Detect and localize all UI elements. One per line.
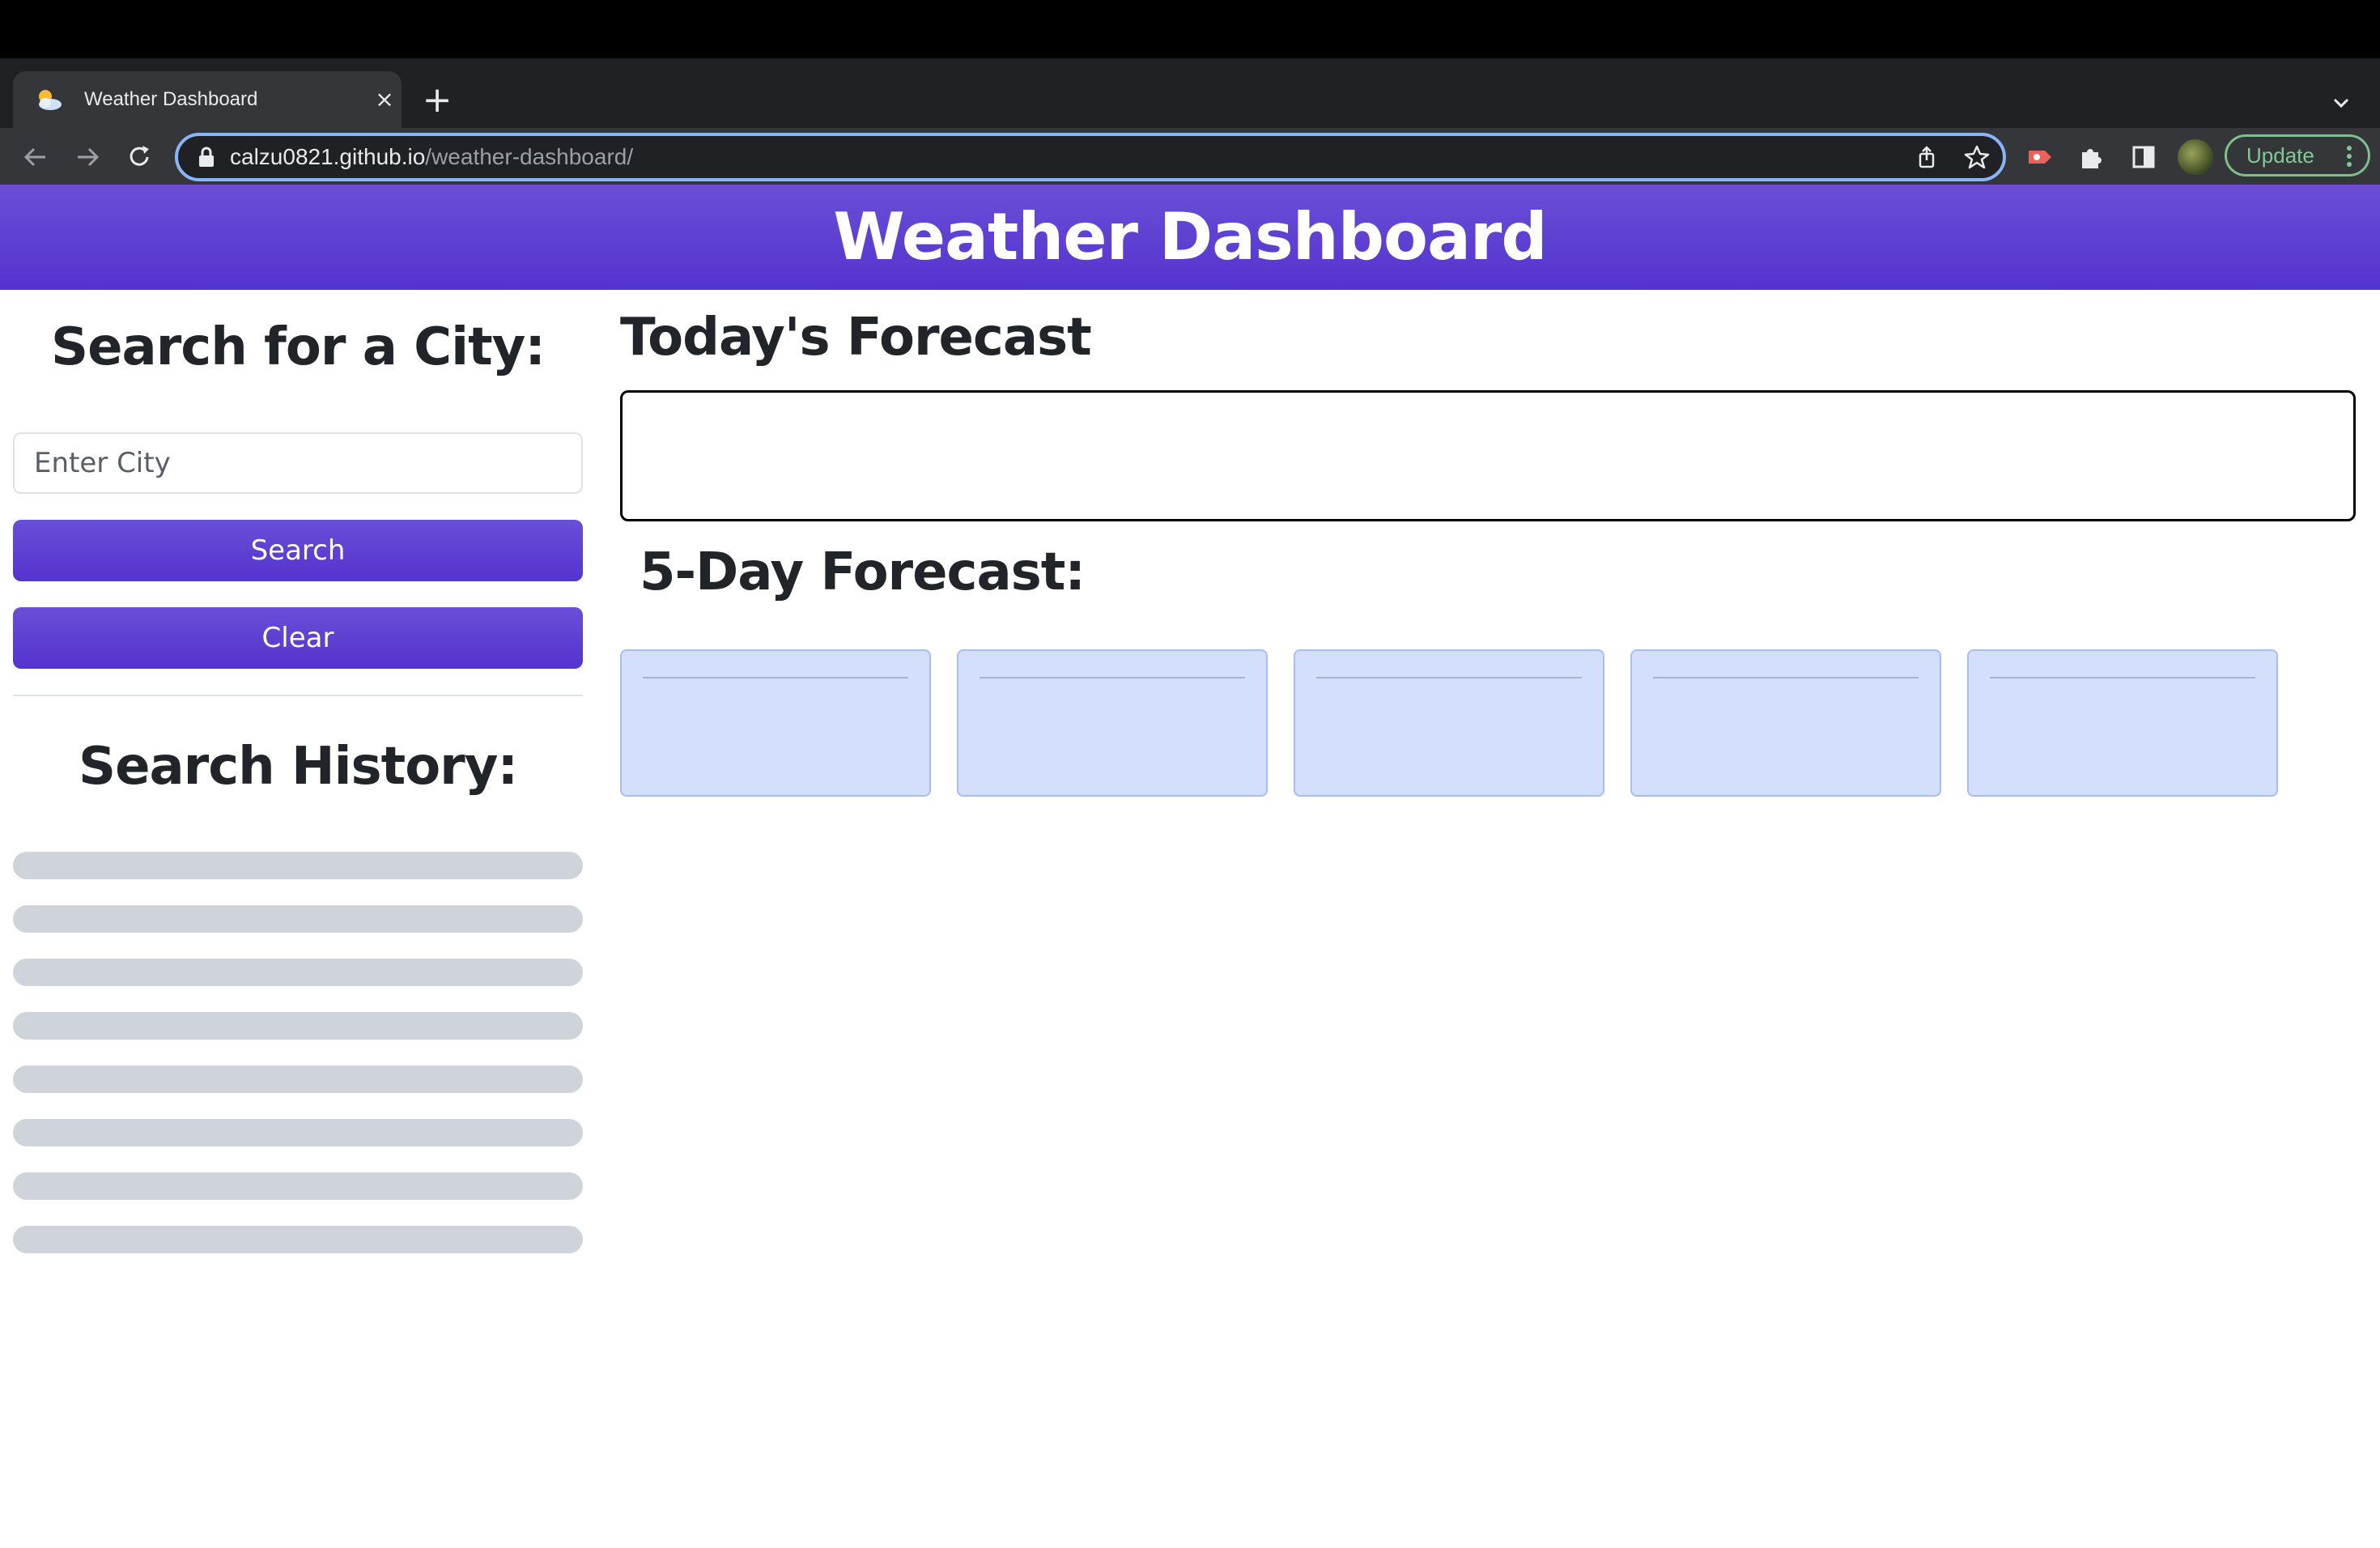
share-icon[interactable]	[1914, 144, 1940, 170]
card-divider	[1316, 677, 1582, 678]
history-item[interactable]	[13, 1065, 583, 1093]
browser-tab-strip: Weather Dashboard × +	[0, 58, 2380, 128]
lock-icon[interactable]	[196, 146, 217, 168]
forecast-day-card	[1967, 649, 2278, 797]
url-text[interactable]: calzu0821.github.io/weather-dashboard/	[230, 142, 633, 172]
tab-search-chevron-icon[interactable]	[2325, 87, 2357, 120]
forecast-day-card	[1630, 649, 1941, 797]
weather-favicon-icon	[39, 90, 62, 110]
new-tab-icon[interactable]: +	[419, 83, 455, 120]
history-item[interactable]	[13, 1226, 583, 1253]
tab-title: Weather Dashboard	[84, 88, 258, 110]
history-item[interactable]	[13, 959, 583, 986]
system-top-bar	[0, 0, 2380, 58]
card-divider	[980, 677, 1245, 678]
todays-forecast-heading: Today's Forecast	[620, 308, 1092, 368]
forecast-day-card	[957, 649, 1268, 797]
history-item[interactable]	[13, 852, 583, 879]
url-path: /weather-dashboard/	[425, 144, 634, 169]
history-item[interactable]	[13, 1119, 583, 1146]
search-heading: Search for a City:	[51, 317, 546, 377]
update-button[interactable]: Update	[2225, 134, 2370, 176]
more-menu-icon[interactable]	[2347, 145, 2352, 168]
reload-icon[interactable]	[121, 139, 157, 175]
bookmark-star-icon[interactable]	[1964, 144, 1990, 170]
address-bar[interactable]: calzu0821.github.io/weather-dashboard/	[175, 133, 2006, 181]
back-arrow-icon[interactable]	[18, 139, 53, 175]
extensions-puzzle-icon[interactable]	[2076, 141, 2108, 173]
history-item[interactable]	[13, 1012, 583, 1040]
forecast-day-card	[620, 649, 931, 797]
card-divider	[1990, 677, 2255, 678]
forward-arrow-icon[interactable]	[70, 139, 105, 175]
city-search-input[interactable]	[13, 432, 583, 494]
browser-toolbar: calzu0821.github.io/weather-dashboard/ U…	[0, 128, 2380, 185]
update-label: Update	[2246, 143, 2314, 168]
history-item[interactable]	[13, 1172, 583, 1200]
card-divider	[643, 677, 908, 678]
clear-button[interactable]: Clear	[13, 607, 583, 669]
profile-avatar[interactable]	[2178, 139, 2213, 175]
card-divider	[1653, 677, 1919, 678]
five-day-forecast-heading: 5-Day Forecast:	[640, 542, 1086, 602]
todays-forecast-panel	[620, 390, 2356, 521]
browser-tab[interactable]: Weather Dashboard ×	[13, 71, 402, 128]
search-history-heading: Search History:	[78, 737, 518, 797]
url-host: calzu0821.github.io	[230, 144, 426, 169]
search-button[interactable]: Search	[13, 520, 583, 581]
extension-record-icon[interactable]	[2024, 141, 2056, 173]
side-panel-icon[interactable]	[2127, 141, 2160, 173]
page-title: Weather Dashboard	[833, 199, 1547, 274]
history-item[interactable]	[13, 905, 583, 933]
tab-close-icon[interactable]: ×	[372, 87, 397, 112]
sidebar-divider	[13, 695, 583, 696]
forecast-day-card	[1294, 649, 1604, 797]
page-header: Weather Dashboard	[0, 185, 2380, 290]
